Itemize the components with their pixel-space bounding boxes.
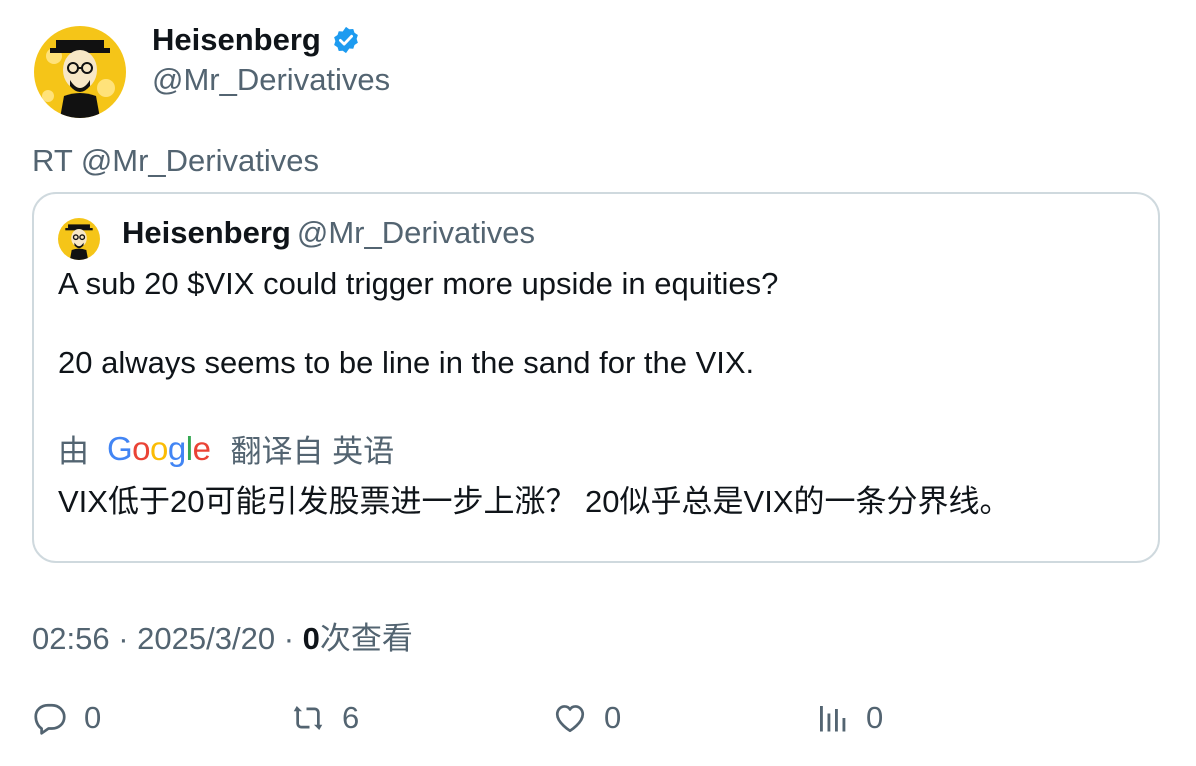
- quoted-header: Heisenberg @Mr_Derivatives: [122, 215, 535, 251]
- like-button[interactable]: 0: [552, 700, 621, 736]
- translation-attribution: 由 Google 翻译自 英语: [58, 426, 394, 471]
- translated-from-label: 翻译自 英语: [230, 434, 395, 469]
- author-name[interactable]: Heisenberg: [152, 22, 321, 58]
- tweet-meta: 02:56 · 2025/3/20 · 0次查看: [32, 613, 413, 658]
- quoted-author-handle[interactable]: @Mr_Derivatives: [297, 215, 535, 250]
- quoted-author-name[interactable]: Heisenberg: [122, 215, 291, 250]
- retweet-count: 6: [342, 700, 360, 735]
- quoted-avatar[interactable]: [58, 218, 100, 260]
- retweet-icon: [293, 706, 323, 730]
- quoted-text-line-1: A sub 20 $VIX could trigger more upside …: [58, 266, 779, 301]
- quoted-text-line-2: 20 always seems to be line in the sand f…: [58, 345, 755, 380]
- views-label: 次查看: [319, 621, 413, 656]
- verified-badge-icon: [331, 25, 361, 55]
- retweet-button[interactable]: 6: [290, 700, 359, 736]
- action-bar: 0 6 0 0: [32, 700, 1162, 744]
- views-count: 0: [302, 621, 320, 656]
- tweet-date[interactable]: 2025/3/20: [137, 621, 275, 656]
- views-count-action: 0: [866, 700, 884, 735]
- quoted-tweet[interactable]: Heisenberg @Mr_Derivatives A sub 20 $VIX …: [32, 192, 1160, 563]
- reply-icon: [34, 703, 66, 735]
- retweet-text: RT @Mr_Derivatives: [32, 143, 319, 178]
- meta-separator: ·: [118, 621, 129, 656]
- author-name-row: Heisenberg: [152, 22, 361, 58]
- translation-text: VIX低于20可能引发股票进一步上涨？ 20似乎总是VIX的一条分界线。: [58, 484, 1011, 519]
- like-count: 0: [604, 700, 622, 735]
- tweet-time[interactable]: 02:56: [32, 621, 110, 656]
- views-icon: [820, 706, 846, 732]
- views-button[interactable]: 0: [814, 700, 883, 736]
- google-logo: Google: [107, 429, 211, 467]
- reply-count: 0: [84, 700, 102, 735]
- author-handle[interactable]: @Mr_Derivatives: [152, 62, 390, 98]
- like-icon: [555, 705, 585, 733]
- meta-separator: ·: [283, 621, 295, 656]
- avatar[interactable]: [34, 26, 126, 118]
- translated-by-prefix: 由: [58, 434, 89, 469]
- reply-button[interactable]: 0: [32, 700, 101, 736]
